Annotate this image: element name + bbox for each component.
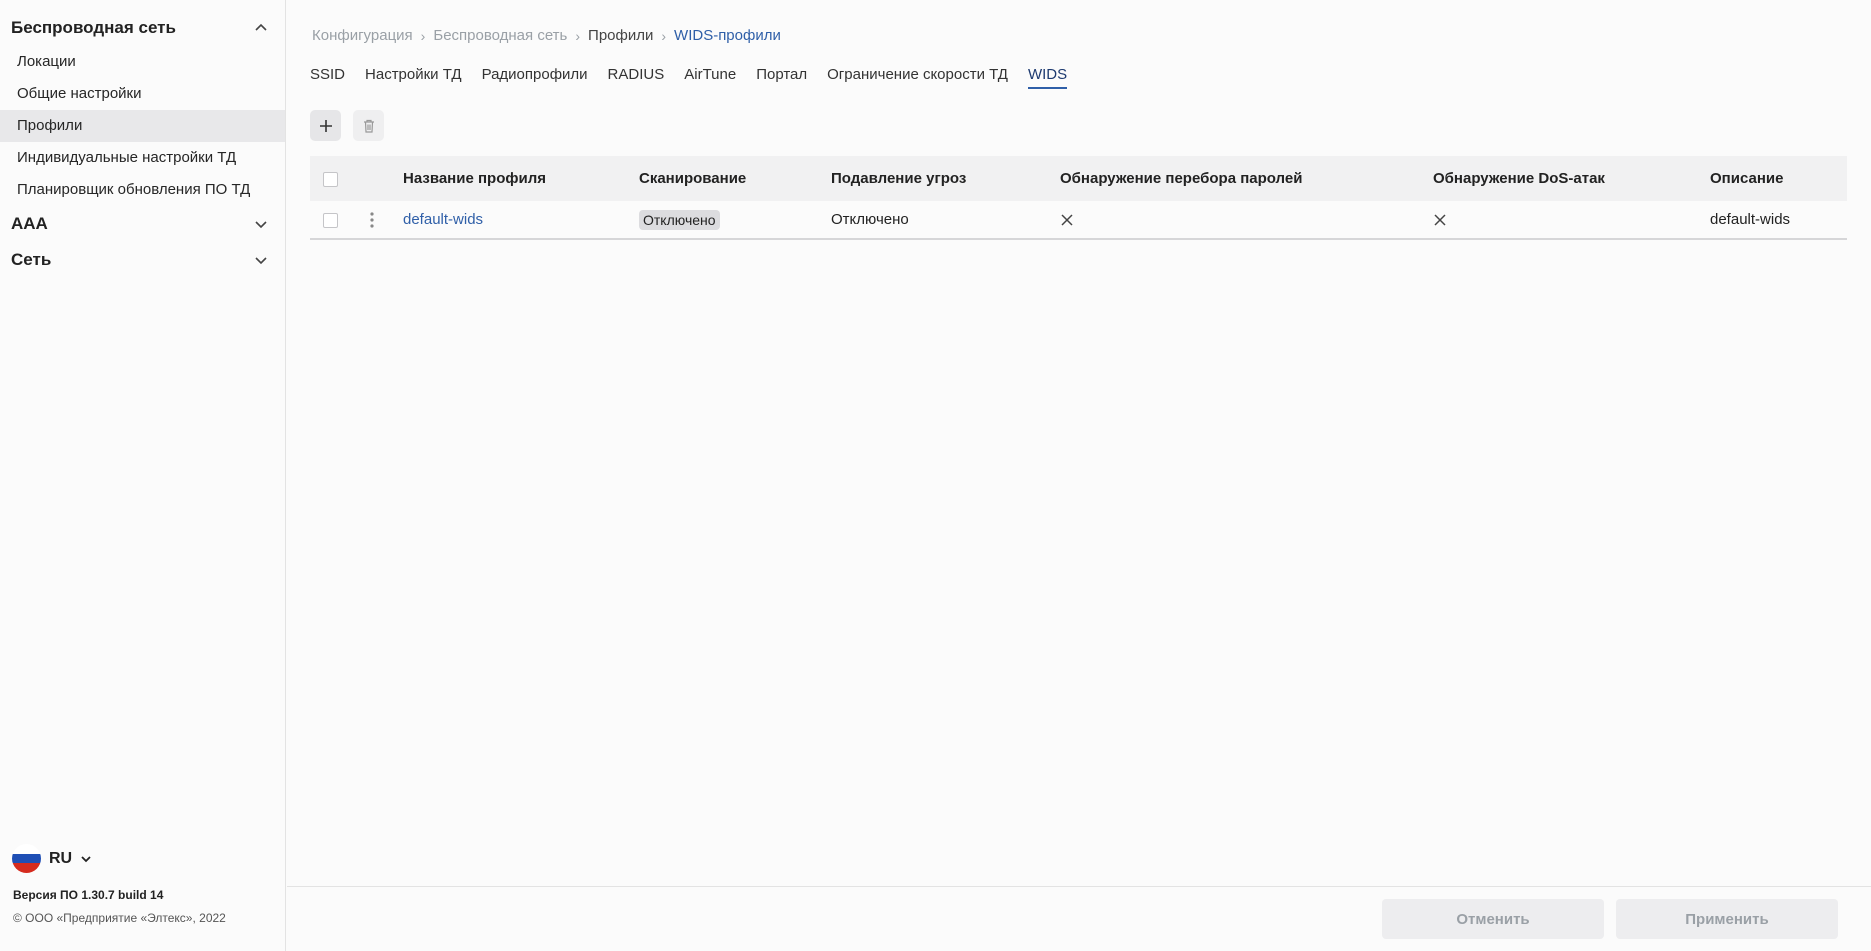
header-actions bbox=[352, 156, 396, 201]
cell-scanning: Отключено bbox=[632, 201, 824, 239]
wids-profiles-table: Название профиля Сканирование Подавление… bbox=[310, 156, 1847, 240]
cancel-button[interactable]: Отменить bbox=[1382, 899, 1604, 939]
x-icon bbox=[1434, 214, 1446, 226]
russia-flag-icon bbox=[12, 844, 41, 873]
chevron-down-icon bbox=[81, 855, 91, 862]
sidebar-group-aaa[interactable]: AAA bbox=[0, 206, 285, 242]
profile-tabs: SSID Настройки ТД Радиопрофили RADIUS Ai… bbox=[310, 66, 1068, 89]
tab-ap-settings[interactable]: Настройки ТД bbox=[365, 66, 462, 89]
header-threat-suppression[interactable]: Подавление угроз bbox=[824, 156, 1053, 201]
table-header-row: Название профиля Сканирование Подавление… bbox=[310, 156, 1847, 201]
chevron-down-icon bbox=[255, 221, 267, 229]
sidebar-item-general-settings[interactable]: Общие настройки bbox=[0, 78, 285, 110]
sidebar-item-update-scheduler[interactable]: Планировщик обновления ПО ТД bbox=[0, 174, 285, 206]
tab-portal[interactable]: Портал bbox=[756, 66, 807, 89]
breadcrumb-separator-icon: › bbox=[575, 27, 581, 44]
sidebar-group-wireless[interactable]: Беспроводная сеть bbox=[0, 10, 285, 46]
copyright-text: © ООО «Предприятие «Элтекс», 2022 bbox=[13, 911, 226, 925]
app-root: Беспроводная сеть Локации Общие настройк… bbox=[0, 0, 1871, 951]
language-selector[interactable]: RU bbox=[12, 844, 92, 873]
kebab-menu-icon[interactable] bbox=[370, 212, 374, 228]
main-content: Конфигурация › Беспроводная сеть › Профи… bbox=[287, 0, 1871, 951]
header-bruteforce-detection[interactable]: Обнаружение перебора паролей bbox=[1053, 156, 1426, 201]
chevron-up-icon bbox=[255, 23, 267, 31]
footer-bar: Отменить Применить bbox=[287, 886, 1871, 951]
tab-wids[interactable]: WIDS bbox=[1027, 66, 1068, 89]
header-dos-detection[interactable]: Обнаружение DoS-атак bbox=[1426, 156, 1703, 201]
sidebar-item-profiles[interactable]: Профили bbox=[0, 110, 285, 142]
status-badge: Отключено bbox=[639, 209, 720, 230]
cell-threat-suppression: Отключено bbox=[831, 211, 909, 228]
plus-icon bbox=[319, 119, 332, 132]
add-button[interactable] bbox=[310, 110, 341, 141]
apply-button[interactable]: Применить bbox=[1616, 899, 1838, 939]
table-row[interactable]: default-wids Отключено Отключено default… bbox=[310, 201, 1847, 239]
tab-airtune[interactable]: AirTune bbox=[684, 66, 736, 89]
cell-profile-name: default-wids bbox=[396, 201, 632, 239]
sidebar-group-label: AAA bbox=[11, 214, 48, 233]
tab-radio-profiles[interactable]: Радиопрофили bbox=[482, 66, 588, 89]
breadcrumb-item-profiles[interactable]: Профили bbox=[588, 27, 653, 44]
row-checkbox[interactable] bbox=[323, 212, 338, 228]
sidebar-group-label: Беспроводная сеть bbox=[11, 18, 176, 37]
sidebar-group-label: Сеть bbox=[11, 250, 52, 269]
sidebar-item-locations[interactable]: Локации bbox=[0, 46, 285, 78]
breadcrumb-separator-icon: › bbox=[420, 27, 426, 44]
sidebar: Беспроводная сеть Локации Общие настройк… bbox=[0, 0, 286, 951]
row-select-cell bbox=[310, 201, 352, 239]
breadcrumb-separator-icon: › bbox=[661, 27, 667, 44]
cell-dos-detection bbox=[1426, 201, 1703, 239]
version-text: Версия ПО 1.30.7 build 14 bbox=[13, 888, 164, 902]
sidebar-group-network[interactable]: Сеть bbox=[0, 242, 285, 278]
header-scanning[interactable]: Сканирование bbox=[632, 156, 824, 201]
header-description[interactable]: Описание bbox=[1703, 156, 1847, 201]
breadcrumb-item-configuration[interactable]: Конфигурация bbox=[312, 27, 413, 44]
header-select-all bbox=[310, 156, 352, 201]
breadcrumb: Конфигурация › Беспроводная сеть › Профи… bbox=[312, 27, 781, 44]
trash-icon bbox=[363, 119, 374, 133]
x-icon bbox=[1061, 214, 1073, 226]
header-profile-name[interactable]: Название профиля bbox=[396, 156, 632, 201]
row-actions-cell bbox=[352, 201, 396, 239]
tab-ssid[interactable]: SSID bbox=[310, 66, 345, 89]
tab-speed-limit[interactable]: Ограничение скорости ТД bbox=[827, 66, 1008, 89]
select-all-checkbox[interactable] bbox=[323, 171, 338, 187]
cell-bruteforce-detection bbox=[1053, 201, 1426, 239]
profile-name-link[interactable]: default-wids bbox=[403, 211, 483, 228]
chevron-down-icon bbox=[255, 257, 267, 265]
delete-button[interactable] bbox=[353, 110, 384, 141]
sidebar-item-individual-settings[interactable]: Индивидуальные настройки ТД bbox=[0, 142, 285, 174]
language-code: RU bbox=[49, 849, 73, 867]
cell-description: default-wids bbox=[1710, 211, 1791, 228]
breadcrumb-item-wireless[interactable]: Беспроводная сеть bbox=[433, 27, 567, 44]
sidebar-items: Локации Общие настройки Профили Индивиду… bbox=[0, 46, 285, 206]
tab-radius[interactable]: RADIUS bbox=[608, 66, 665, 89]
breadcrumb-item-current: WIDS-профили bbox=[674, 27, 781, 44]
table-toolbar bbox=[310, 110, 384, 141]
